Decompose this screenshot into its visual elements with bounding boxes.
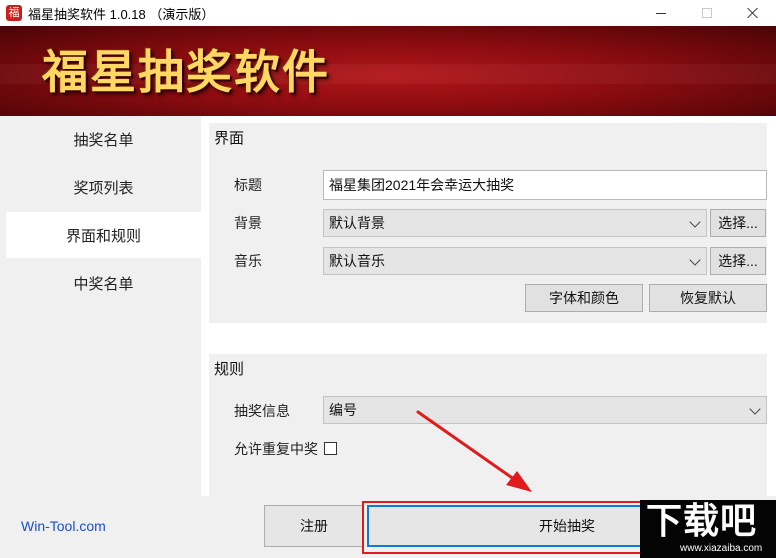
background-select-value: 默认背景 xyxy=(329,215,385,231)
allow-repeat-checkbox[interactable] xyxy=(324,442,337,455)
register-button[interactable]: 注册 xyxy=(264,505,364,547)
close-icon xyxy=(747,7,759,19)
minimize-icon xyxy=(656,12,666,14)
maximize-button[interactable] xyxy=(684,0,730,26)
draw-info-label: 抽奖信息 xyxy=(234,403,290,419)
sidebar-item-draw-list[interactable]: 抽奖名单 xyxy=(6,116,201,162)
choose-background-button[interactable]: 选择... xyxy=(710,209,766,237)
background-label: 背景 xyxy=(234,215,262,231)
website-link[interactable]: Win-Tool.com xyxy=(21,518,106,534)
window-title: 福星抽奖软件 1.0.18 （演示版） xyxy=(28,7,215,22)
maximize-icon xyxy=(702,8,712,18)
sidebar-item-interface-rules[interactable]: 界面和规则 xyxy=(6,212,201,258)
watermark: 下载吧 www.xiazaiba.com xyxy=(640,500,776,558)
font-color-button[interactable]: 字体和颜色 xyxy=(525,284,643,312)
interface-section: 界面 标题 福星集团2021年会幸运大抽奖 背景 默认背景 选择... 音乐 默… xyxy=(209,123,767,323)
background-select[interactable]: 默认背景 xyxy=(323,209,707,237)
chevron-down-icon xyxy=(689,254,701,266)
draw-info-select[interactable]: 编号 xyxy=(323,396,767,424)
section-heading-rules: 规则 xyxy=(214,361,245,378)
choose-music-button[interactable]: 选择... xyxy=(710,247,766,275)
rules-section: 规则 抽奖信息 编号 允许重复中奖 xyxy=(209,354,767,496)
allow-repeat-label: 允许重复中奖 xyxy=(234,441,318,457)
restore-default-button[interactable]: 恢复默认 xyxy=(649,284,767,312)
minimize-button[interactable] xyxy=(638,0,684,26)
watermark-logo: 下载吧 xyxy=(646,501,758,542)
app-icon: 福 xyxy=(6,5,22,21)
close-button[interactable] xyxy=(730,0,776,26)
section-heading-interface: 界面 xyxy=(214,130,245,147)
draw-info-select-value: 编号 xyxy=(329,402,357,418)
title-input[interactable]: 福星集团2021年会幸运大抽奖 xyxy=(323,170,767,200)
sidebar-item-label: 界面和规则 xyxy=(65,227,141,245)
main-panel: 界面 标题 福星集团2021年会幸运大抽奖 背景 默认背景 选择... 音乐 默… xyxy=(201,116,776,496)
title-bar: 福 福星抽奖软件 1.0.18 （演示版） xyxy=(0,0,776,26)
sidebar-item-label: 抽奖名单 xyxy=(73,131,134,149)
chevron-down-icon xyxy=(749,403,761,415)
sidebar-item-winner-list[interactable]: 中奖名单 xyxy=(6,260,201,306)
title-label: 标题 xyxy=(234,177,262,193)
banner: 福星抽奖软件 xyxy=(0,26,776,116)
music-select-value: 默认音乐 xyxy=(329,253,385,269)
music-select[interactable]: 默认音乐 xyxy=(323,247,707,275)
sidebar-item-label: 中奖名单 xyxy=(73,275,134,293)
chevron-down-icon xyxy=(689,216,701,228)
sidebar-item-label: 奖项列表 xyxy=(73,179,134,197)
banner-title: 福星抽奖软件 xyxy=(42,45,330,99)
music-label: 音乐 xyxy=(234,253,262,269)
sidebar-item-prize-list[interactable]: 奖项列表 xyxy=(6,164,201,210)
watermark-url: www.xiazaiba.com xyxy=(680,543,763,554)
sidebar: 抽奖名单 奖项列表 界面和规则 中奖名单 xyxy=(0,116,201,496)
